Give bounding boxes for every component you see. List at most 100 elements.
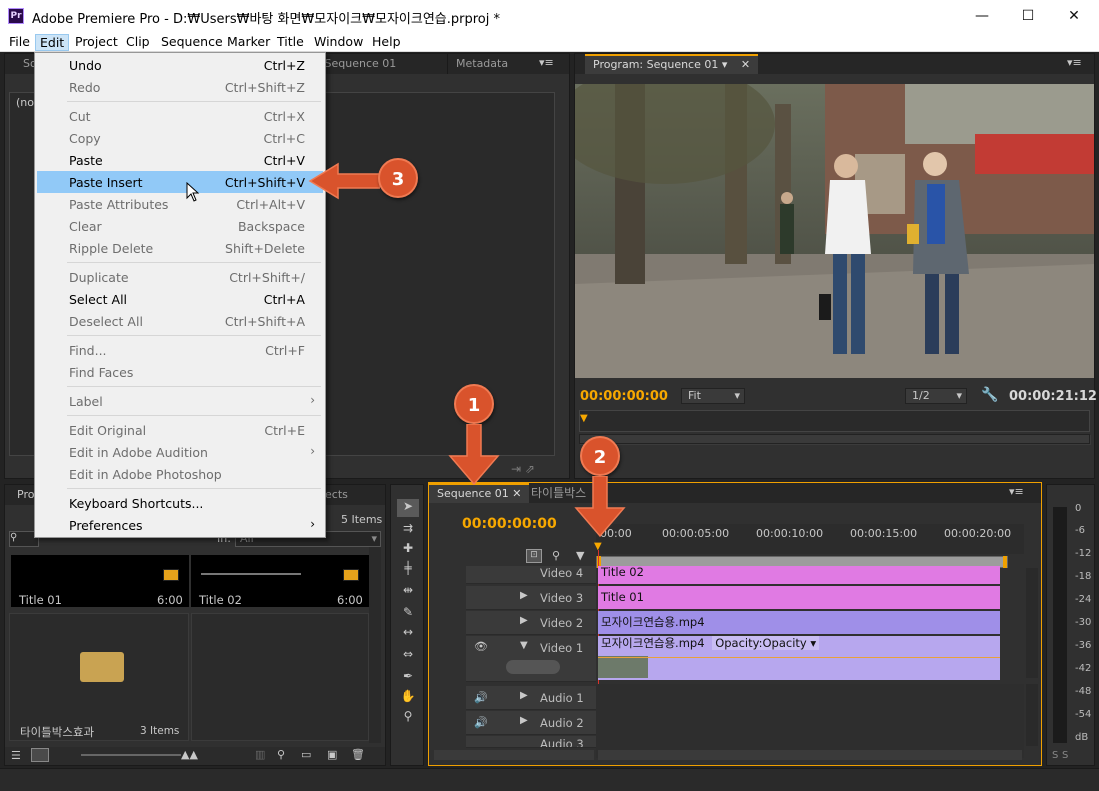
track-header-video1[interactable]: 👁 ▼ Video 1 — [466, 636, 596, 682]
menu-help[interactable]: Help — [368, 34, 405, 51]
menu-item-paste[interactable]: Paste Ctrl+V — [37, 149, 323, 171]
wrench-icon[interactable]: 🔧 — [981, 387, 998, 403]
menu-bar: File Edit Project Clip Sequence Marker T… — [0, 32, 1099, 52]
add-marker-icon[interactable]: ▼ — [576, 549, 584, 562]
fit-dropdown[interactable]: Fit ▾ — [681, 388, 745, 404]
source-insert-icon[interactable]: ⇥ ⇗ — [511, 462, 535, 476]
program-zoom-bar[interactable] — [579, 434, 1090, 444]
menu-clip[interactable]: Clip — [122, 34, 154, 51]
hand-tool-icon[interactable]: ✋ — [397, 689, 419, 707]
empty-bin-slot — [191, 613, 369, 741]
menu-item-copy[interactable]: Copy Ctrl+C — [37, 127, 323, 149]
menu-item-edit-original[interactable]: Edit Original Ctrl+E — [37, 419, 323, 441]
menu-marker[interactable]: Marker — [223, 34, 274, 51]
track-header-audio2[interactable]: 🔊 ▶ Audio 2 — [466, 711, 596, 735]
menu-item-duplicate[interactable]: Duplicate Ctrl+Shift+/ — [37, 266, 323, 288]
zoom-in-icon[interactable]: ▲▲ — [181, 748, 198, 761]
menu-item-undo[interactable]: Undo Ctrl+Z — [37, 54, 323, 76]
menu-item-deselect-all[interactable]: Deselect All Ctrl+Shift+A — [37, 310, 323, 332]
rate-stretch-tool-icon[interactable]: ⇹ — [397, 583, 419, 601]
menu-window[interactable]: Window — [310, 34, 367, 51]
menu-item-ripple-delete[interactable]: Ripple Delete Shift+Delete — [37, 237, 323, 259]
clip-title-01[interactable]: Title 01 — [598, 586, 1000, 609]
program-scrubber[interactable]: ▼ — [579, 410, 1091, 445]
menu-edit[interactable]: Edit — [35, 34, 70, 51]
menu-item-select-all[interactable]: Select All Ctrl+A — [37, 288, 323, 310]
track-name: Video 1 — [540, 641, 584, 655]
track-header-video4[interactable]: Video 4 — [466, 566, 596, 584]
solo-button-right[interactable]: S — [1062, 750, 1068, 761]
menu-item-find[interactable]: Find... Ctrl+F — [37, 339, 323, 361]
find-icon[interactable]: ⚲ — [277, 748, 285, 761]
speaker-icon[interactable]: 🔊 — [474, 716, 488, 729]
new-bin-icon[interactable]: ▭ — [301, 748, 311, 761]
timeline-timecode[interactable]: 00:00:00:00 — [462, 516, 557, 532]
menu-item-label: Clear — [69, 219, 102, 234]
snap-icon[interactable]: ⊡ — [526, 549, 542, 563]
menu-item-preferences[interactable]: Preferences › — [37, 514, 323, 536]
close-button[interactable]: ✕ — [1054, 4, 1094, 28]
slide-tool-icon[interactable]: ⇔ — [397, 647, 419, 665]
clip-video1[interactable]: 모자이크연습용.mp4 Opacity:Opacity ▾ — [598, 636, 1000, 680]
resolution-dropdown[interactable]: 1/2 ▾ — [905, 388, 967, 404]
new-item-icon[interactable]: ▣ — [327, 748, 337, 761]
track-header-video3[interactable]: ▶ Video 3 — [466, 586, 596, 610]
menu-sequence[interactable]: Sequence — [157, 34, 227, 51]
keyframe-nav[interactable] — [506, 660, 560, 674]
menu-item-redo[interactable]: Redo Ctrl+Shift+Z — [37, 76, 323, 98]
menu-project[interactable]: Project — [71, 34, 122, 51]
automate-icon[interactable]: ▥ — [255, 748, 265, 761]
header-scrollbar[interactable] — [434, 750, 594, 760]
maximize-button[interactable]: ☐ — [1008, 4, 1048, 28]
menu-file[interactable]: File — [5, 34, 34, 51]
pen-tool-icon[interactable]: ✒ — [397, 669, 419, 687]
tab-sequence-01[interactable]: Sequence 01 ✕ — [429, 483, 530, 503]
menu-item-label-submenu[interactable]: Label › — [37, 390, 323, 412]
video-track-scrollbar[interactable] — [1026, 568, 1038, 678]
clip-video2[interactable]: 모자이크연습용.mp4 — [598, 611, 1000, 634]
solo-button-left[interactable]: S — [1052, 750, 1058, 761]
timeline-panel-menu-icon[interactable]: ▾≡ — [1009, 485, 1024, 498]
menu-item-cut[interactable]: Cut Ctrl+X — [37, 105, 323, 127]
project-scrollbar[interactable] — [369, 547, 381, 743]
fx-dropdown[interactable]: Opacity:Opacity ▾ — [712, 636, 820, 650]
menu-item-find-faces[interactable]: Find Faces — [37, 361, 323, 383]
eye-icon[interactable]: 👁 — [474, 640, 488, 653]
menu-item-paste-attributes[interactable]: Paste Attributes Ctrl+Alt+V — [37, 193, 323, 215]
program-panel-menu-icon[interactable]: ▾≡ — [1067, 56, 1082, 69]
track-header-audio3[interactable]: Audio 3 — [466, 736, 596, 748]
menu-item-clear[interactable]: Clear Backspace — [37, 215, 323, 237]
menu-title[interactable]: Title — [273, 34, 308, 51]
clip-title-02[interactable]: Title 02 — [598, 566, 1000, 584]
selection-tool-icon[interactable]: ➤ — [397, 499, 419, 517]
audio-track-scrollbar[interactable] — [1026, 684, 1038, 746]
zoom-slider[interactable] — [81, 754, 181, 756]
audio-track-area[interactable] — [596, 684, 1024, 758]
panel-menu-icon[interactable]: ▾≡ — [539, 56, 554, 69]
folder-bin[interactable]: 타이틀박스효과 3 Items — [9, 613, 189, 741]
speaker-icon[interactable]: 🔊 — [474, 691, 488, 704]
menu-item-keyboard-shortcuts[interactable]: Keyboard Shortcuts... — [37, 492, 323, 514]
track-header-audio1[interactable]: 🔊 ▶ Audio 1 — [466, 686, 596, 710]
icon-view-icon[interactable] — [31, 748, 49, 762]
timeline-h-scrollbar[interactable] — [598, 750, 1022, 760]
menu-item-edit-in-audition[interactable]: Edit in Adobe Audition › — [37, 441, 323, 463]
razor-tool-icon[interactable]: ✎ — [397, 605, 419, 623]
menu-item-paste-insert[interactable]: Paste Insert Ctrl+Shift+V — [37, 171, 323, 193]
zoom-tool-icon[interactable]: ⚲ — [397, 709, 419, 727]
tab-program[interactable]: Program: Sequence 01 ▾ ✕ — [585, 54, 759, 74]
marker-add-icon[interactable]: ⚲ — [552, 549, 560, 562]
tab-metadata[interactable]: Metadata — [447, 54, 516, 74]
menu-item-edit-in-photoshop[interactable]: Edit in Adobe Photoshop — [37, 463, 323, 485]
program-timecode[interactable]: 00:00:00:00 — [580, 389, 668, 404]
track-header-video2[interactable]: ▶ Video 2 — [466, 611, 596, 635]
trash-icon[interactable]: 🗑 — [351, 748, 365, 761]
rolling-edit-tool-icon[interactable]: ╪ — [397, 561, 419, 579]
playhead-marker-icon[interactable]: ▼ — [580, 413, 588, 424]
slip-tool-icon[interactable]: ↔ — [397, 625, 419, 643]
minimize-button[interactable]: — — [962, 4, 1002, 28]
folder-icon — [80, 652, 124, 682]
track-select-tool-icon[interactable]: ⇉ — [397, 521, 419, 539]
list-view-icon[interactable]: ☰ — [11, 749, 21, 762]
ripple-edit-tool-icon[interactable]: ✚ — [397, 541, 419, 559]
